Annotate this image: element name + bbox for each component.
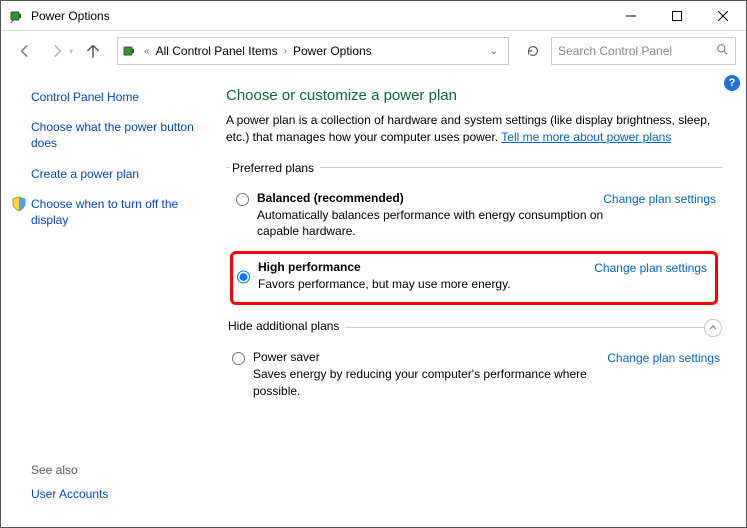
close-button[interactable] bbox=[700, 1, 746, 31]
plan-high-desc: Favors performance, but may use more ene… bbox=[258, 276, 594, 292]
recent-dropdown-icon[interactable]: ▾ bbox=[69, 47, 73, 56]
up-button[interactable] bbox=[79, 37, 107, 65]
address-bar[interactable]: « All Control Panel Items › Power Option… bbox=[117, 37, 509, 65]
plan-balanced-radio[interactable] bbox=[236, 193, 249, 206]
plan-saver-desc: Saves energy by reducing your computer's… bbox=[253, 366, 607, 398]
chevron-right-icon: › bbox=[282, 46, 289, 57]
sidebar: Control Panel Home Choose what the power… bbox=[1, 71, 216, 527]
search-icon[interactable] bbox=[716, 43, 729, 59]
create-plan-link[interactable]: Create a power plan bbox=[31, 166, 204, 182]
plan-saver-row: Power saver Saves energy by reducing you… bbox=[226, 344, 722, 402]
refresh-button[interactable] bbox=[519, 37, 547, 65]
address-dropdown-icon[interactable]: ⌄ bbox=[484, 46, 504, 57]
turn-off-display-link[interactable]: Choose when to turn off the display bbox=[31, 196, 204, 228]
search-box[interactable] bbox=[551, 37, 736, 65]
plan-balanced-row: Balanced (recommended) Automatically bal… bbox=[230, 185, 718, 243]
app-icon bbox=[9, 8, 25, 24]
intro-text: A power plan is a collection of hardware… bbox=[226, 112, 722, 147]
back-button[interactable] bbox=[11, 37, 39, 65]
change-settings-balanced[interactable]: Change plan settings bbox=[603, 191, 716, 206]
minimize-button[interactable] bbox=[608, 1, 654, 31]
search-input[interactable] bbox=[558, 44, 698, 58]
plan-balanced-desc: Automatically balances performance with … bbox=[257, 207, 603, 239]
collapse-icon[interactable] bbox=[704, 319, 722, 337]
power-options-icon bbox=[122, 43, 138, 59]
preferred-plans-group: Preferred plans Balanced (recommended) A… bbox=[226, 161, 722, 310]
see-also-label: See also bbox=[31, 463, 78, 477]
plan-balanced-name: Balanced (recommended) bbox=[257, 191, 603, 205]
plan-high-radio[interactable] bbox=[237, 262, 250, 292]
power-button-link[interactable]: Choose what the power button does bbox=[31, 119, 204, 151]
plan-saver-name: Power saver bbox=[253, 350, 607, 364]
learn-more-link[interactable]: Tell me more about power plans bbox=[501, 130, 671, 144]
control-panel-home-link[interactable]: Control Panel Home bbox=[31, 89, 204, 105]
breadcrumb-item[interactable]: All Control Panel Items bbox=[156, 44, 278, 58]
nav-bar: ▾ « All Control Panel Items › Power Opti… bbox=[1, 31, 746, 71]
hide-plans-legend: Hide additional plans bbox=[226, 319, 345, 333]
help-icon[interactable]: ? bbox=[724, 75, 740, 91]
content-area: ? Choose or customize a power plan A pow… bbox=[216, 71, 746, 527]
breadcrumb-item[interactable]: Power Options bbox=[293, 44, 372, 58]
page-title: Choose or customize a power plan bbox=[226, 87, 722, 104]
change-settings-high[interactable]: Change plan settings bbox=[594, 260, 707, 292]
additional-plans-group: Hide additional plans Power saver Saves … bbox=[226, 327, 722, 402]
shield-icon bbox=[11, 196, 27, 212]
window-title: Power Options bbox=[31, 9, 608, 23]
forward-button[interactable] bbox=[43, 37, 71, 65]
user-accounts-link[interactable]: User Accounts bbox=[31, 487, 108, 501]
breadcrumb-prefix-chevrons[interactable]: « bbox=[142, 46, 152, 57]
plan-high-name: High performance bbox=[258, 260, 594, 274]
title-bar: Power Options bbox=[1, 1, 746, 31]
change-settings-saver[interactable]: Change plan settings bbox=[607, 350, 720, 365]
preferred-plans-legend: Preferred plans bbox=[230, 161, 320, 175]
highlighted-plan: High performance Favors performance, but… bbox=[230, 251, 718, 305]
maximize-button[interactable] bbox=[654, 1, 700, 31]
plan-saver-radio[interactable] bbox=[232, 352, 245, 365]
